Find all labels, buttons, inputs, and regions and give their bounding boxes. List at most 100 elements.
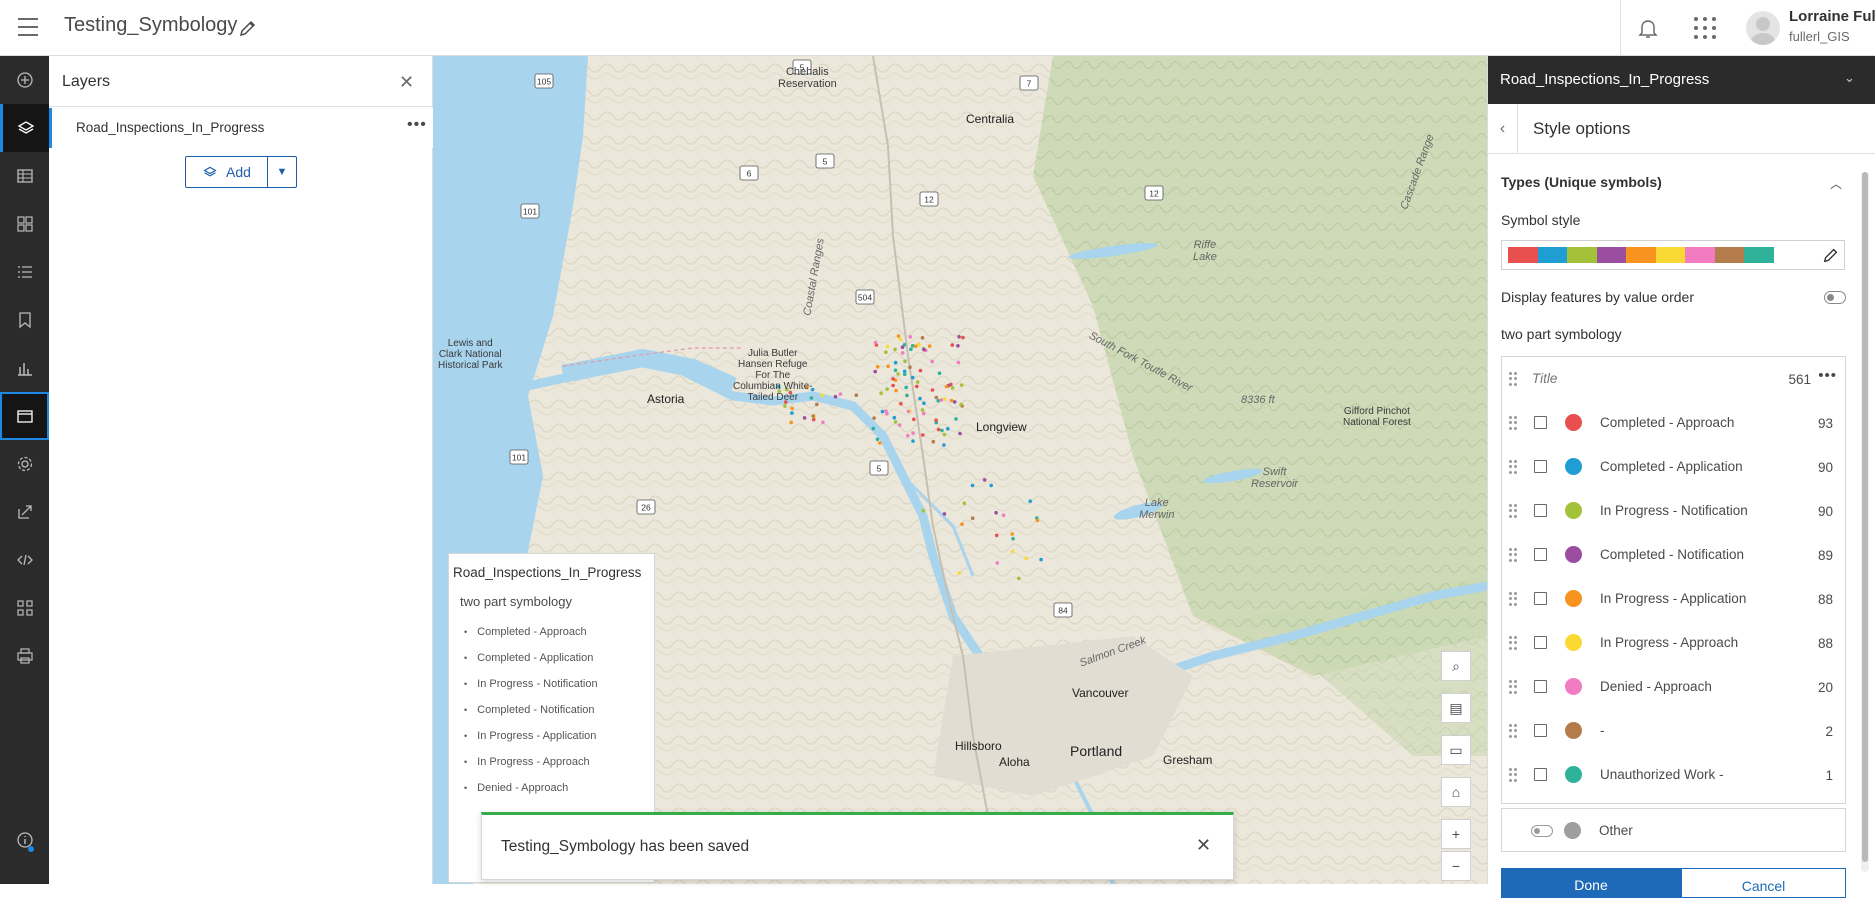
inspection-point[interactable]: [872, 416, 876, 420]
drag-handle-icon[interactable]: [1509, 724, 1517, 738]
inspection-point[interactable]: [934, 395, 939, 400]
inspection-point[interactable]: [906, 409, 911, 414]
done-button[interactable]: Done: [1501, 868, 1681, 898]
drag-handle-icon[interactable]: [1509, 372, 1517, 386]
inspection-point[interactable]: [949, 382, 953, 387]
tables-action[interactable]: [0, 152, 49, 200]
inspection-point[interactable]: [970, 483, 975, 488]
create-app-action[interactable]: [0, 584, 49, 632]
inspection-point[interactable]: [898, 337, 903, 342]
inspection-point[interactable]: [884, 350, 888, 355]
inspection-point[interactable]: [908, 365, 912, 370]
inspection-point[interactable]: [873, 369, 877, 374]
inspection-point[interactable]: [995, 561, 1000, 565]
inspection-point[interactable]: [893, 420, 898, 424]
settings-action[interactable]: [0, 440, 49, 488]
inspection-point[interactable]: [956, 344, 960, 348]
inspection-point[interactable]: [873, 340, 878, 345]
share-action[interactable]: [0, 488, 49, 536]
inspection-point[interactable]: [952, 400, 957, 404]
inspection-point[interactable]: [954, 417, 958, 421]
inspection-point[interactable]: [970, 516, 975, 520]
category-symbol[interactable]: [1565, 634, 1582, 651]
inspection-point[interactable]: [900, 351, 905, 355]
group-title-input[interactable]: [1532, 371, 1732, 386]
inspection-point[interactable]: [885, 344, 890, 349]
inspection-point[interactable]: [982, 478, 987, 482]
inspection-point[interactable]: [921, 433, 925, 437]
category-checkbox[interactable]: [1534, 724, 1547, 737]
inspection-point[interactable]: [838, 392, 843, 396]
bookmarks-action[interactable]: [0, 296, 49, 344]
category-checkbox[interactable]: [1534, 636, 1547, 649]
inspection-point[interactable]: [783, 404, 787, 408]
chevron-up-icon[interactable]: ︿: [1830, 175, 1842, 192]
inspection-point[interactable]: [892, 415, 897, 420]
zoom-out-icon[interactable]: −: [1441, 851, 1471, 881]
app-launcher-icon[interactable]: [1694, 17, 1716, 39]
inspection-point[interactable]: [790, 411, 794, 415]
more-options-icon[interactable]: •••: [1818, 367, 1837, 384]
inspection-point[interactable]: [942, 432, 947, 437]
user-name[interactable]: Lorraine Full: [1789, 8, 1875, 25]
inspection-point[interactable]: [950, 386, 955, 390]
inspection-point[interactable]: [930, 388, 935, 392]
scrollbar[interactable]: [1861, 172, 1869, 872]
cancel-button[interactable]: Cancel: [1681, 868, 1846, 898]
pencil-icon[interactable]: [1822, 246, 1840, 264]
inspection-point[interactable]: [961, 335, 965, 340]
inspection-point[interactable]: [944, 384, 949, 389]
inspection-point[interactable]: [875, 365, 880, 369]
inspection-point[interactable]: [875, 437, 880, 442]
inspection-point[interactable]: [942, 443, 946, 447]
inspection-point[interactable]: [936, 398, 940, 403]
category-symbol[interactable]: [1565, 590, 1582, 607]
inspection-point[interactable]: [911, 439, 915, 443]
close-icon[interactable]: ✕: [1196, 835, 1211, 856]
inspection-point[interactable]: [1011, 536, 1015, 541]
inspection-point[interactable]: [913, 344, 918, 349]
inspection-point[interactable]: [918, 368, 923, 373]
category-checkbox[interactable]: [1534, 416, 1547, 429]
inspection-point[interactable]: [922, 347, 926, 352]
inspection-point[interactable]: [989, 483, 993, 488]
inspection-point[interactable]: [959, 383, 964, 387]
search-icon[interactable]: ⌕: [1441, 651, 1471, 681]
inspection-point[interactable]: [912, 417, 916, 422]
symbol-style-ramp[interactable]: [1501, 240, 1845, 270]
layer-item[interactable]: Road_Inspections_In_Progress •••: [49, 108, 433, 148]
inspection-point[interactable]: [885, 387, 889, 391]
inspection-point[interactable]: [960, 522, 964, 526]
inspection-point[interactable]: [1035, 518, 1040, 523]
category-symbol[interactable]: [1565, 414, 1582, 431]
close-icon[interactable]: ✕: [399, 72, 414, 93]
inspection-point[interactable]: [894, 388, 898, 393]
category-checkbox[interactable]: [1534, 680, 1547, 693]
inspection-point[interactable]: [962, 501, 967, 506]
inspection-point[interactable]: [959, 402, 963, 407]
inspection-point[interactable]: [891, 383, 895, 388]
inspection-point[interactable]: [950, 343, 955, 347]
hamburger-icon[interactable]: [18, 18, 38, 36]
inspection-point[interactable]: [811, 414, 815, 418]
inspection-point[interactable]: [891, 377, 895, 381]
drag-handle-icon[interactable]: [1509, 768, 1517, 782]
inspection-point[interactable]: [994, 510, 998, 515]
inspection-point[interactable]: [1010, 549, 1015, 554]
print-action[interactable]: [0, 632, 49, 680]
category-symbol[interactable]: [1565, 502, 1582, 519]
inspection-point[interactable]: [915, 384, 919, 389]
inspection-point[interactable]: [906, 433, 910, 438]
pencil-icon[interactable]: [238, 18, 258, 38]
layers-action[interactable]: [0, 104, 49, 152]
inspection-point[interactable]: [921, 411, 926, 416]
add-layer-action[interactable]: [0, 56, 49, 104]
inspection-point[interactable]: [931, 439, 936, 444]
inspection-point[interactable]: [920, 408, 925, 412]
basemap-action[interactable]: [0, 200, 49, 248]
inspection-point[interactable]: [939, 398, 944, 402]
inspection-point[interactable]: [893, 368, 898, 373]
category-checkbox[interactable]: [1534, 460, 1547, 473]
more-options-icon[interactable]: •••: [407, 116, 427, 134]
chevron-down-icon[interactable]: ▼: [268, 157, 296, 187]
